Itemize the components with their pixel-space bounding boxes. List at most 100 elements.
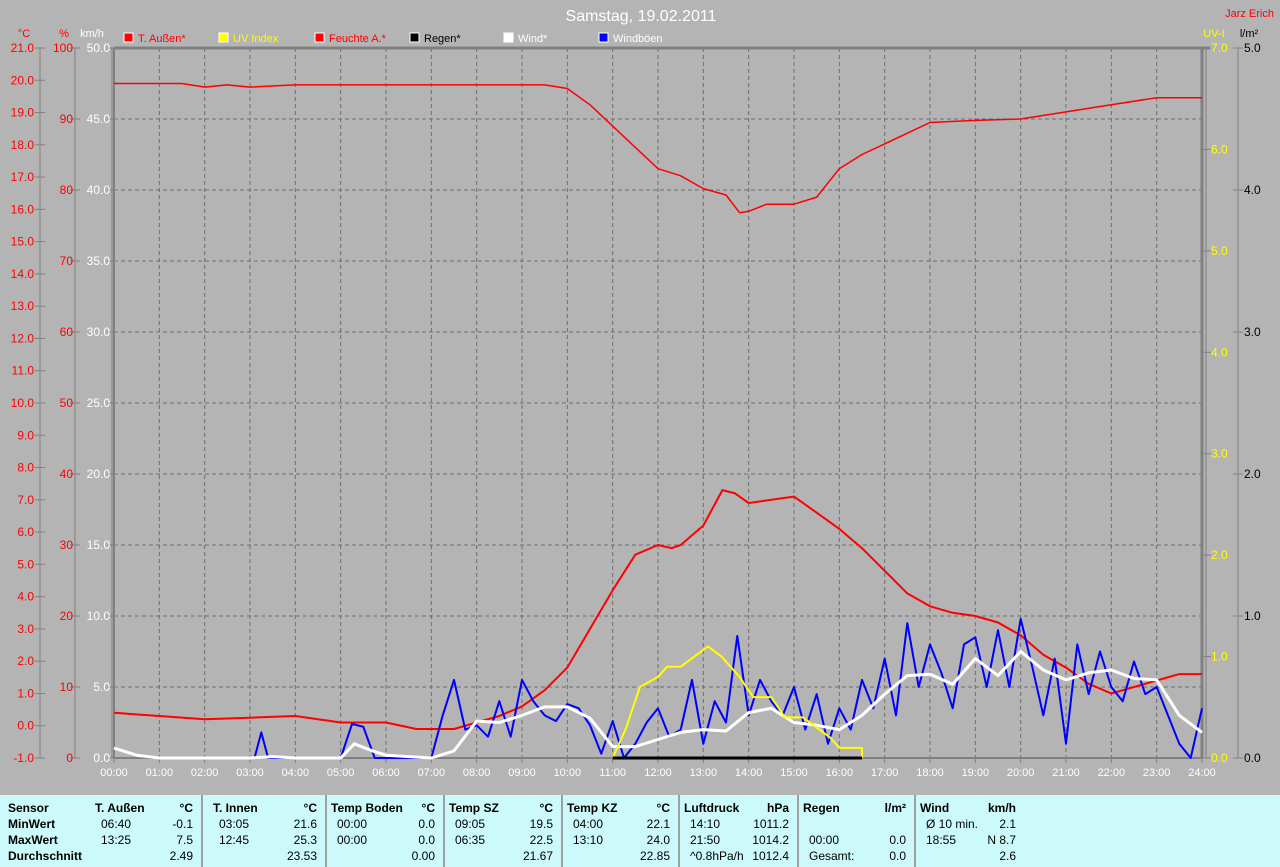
column-unit: l/m² (884, 801, 906, 815)
temp-tick-label: 4.0 (17, 590, 34, 604)
wind-tick-label: 25.0 (87, 396, 111, 410)
cell-value: N 8.7 (987, 833, 1016, 847)
uv-tick-label: 3.0 (1211, 447, 1228, 461)
stats-column: T. Außen °C 06:40 -0.1 13:25 7.5 2.49 (93, 795, 203, 867)
x-tick-label: 19:00 (962, 767, 990, 779)
x-tick-label: 07:00 (418, 767, 446, 779)
legend-swatch (123, 32, 134, 43)
temp-tick-label: 10.0 (11, 396, 35, 410)
column-unit: °C (421, 801, 435, 815)
cell-value: 24.0 (646, 833, 670, 847)
temp-axis-unit: °C (18, 28, 30, 40)
cell-value: 0.0 (418, 817, 435, 831)
temp-tick-label: 9.0 (17, 428, 34, 442)
legend-label: Wind* (518, 33, 548, 45)
x-tick-label: 16:00 (826, 767, 854, 779)
row-label: MaxWert (8, 833, 58, 847)
humidity-tick-label: 20 (60, 609, 74, 623)
x-tick-label: 00:00 (100, 767, 128, 779)
cell-value: 23.53 (286, 849, 317, 863)
cell-value: 22.5 (529, 833, 553, 847)
temp-tick-label: 19.0 (11, 106, 35, 120)
x-tick-label: 09:00 (508, 767, 536, 779)
cell-value: 2.6 (999, 849, 1016, 863)
x-tick-label: 18:00 (916, 767, 944, 779)
stats-column: Luftdruck hPa 14:10 1011.2 21:50 1014.2 ^0.8hP… (682, 795, 799, 867)
temp-tick-label: 15.0 (11, 235, 35, 249)
cell-value: 21.67 (522, 849, 553, 863)
wind-tick-label: 5.0 (93, 680, 110, 694)
rain-tick-label: 2.0 (1244, 467, 1261, 481)
temp-tick-label: 12.0 (11, 331, 35, 345)
uv-tick-label: 2.0 (1211, 548, 1228, 562)
rain-tick-label: 3.0 (1244, 325, 1261, 339)
uv-tick-label: 5.0 (1211, 244, 1228, 258)
x-tick-label: 08:00 (463, 767, 491, 779)
x-tick-label: 22:00 (1098, 767, 1126, 779)
humidity-tick-label: 80 (60, 183, 74, 197)
row-label: Durchschnitt (8, 849, 83, 863)
column-unit: km/h (987, 801, 1016, 815)
humidity-tick-label: 90 (60, 112, 74, 126)
temp-tick-label: 17.0 (11, 170, 35, 184)
cell-value: 0.00 (411, 849, 435, 863)
stats-table: Sensor MinWert MaxWert Durchschnitt T. Außen… (0, 795, 1280, 867)
grid (113, 46, 1210, 759)
cell-value: -0.1 (172, 817, 193, 831)
author-label: Jarz Erich (1225, 8, 1274, 20)
x-tick-label: 01:00 (146, 767, 174, 779)
stats-column: Temp SZ °C 09:05 19.5 06:35 22.5 21.67 (447, 795, 563, 867)
legend: T. Außen* UV Index Feuchte A.* Regen* Wind* W… (123, 32, 663, 45)
cell-value: 21.6 (293, 817, 317, 831)
temp-tick-label: 7.0 (17, 493, 34, 507)
chart-title: Samstag, 19.02.2011 (566, 8, 717, 25)
cell-value: 2.1 (999, 817, 1016, 831)
wind-tick-label: 10.0 (87, 609, 111, 623)
row-label: MinWert (8, 817, 56, 831)
x-tick-label: 13:00 (690, 767, 718, 779)
rain-axis-unit: l/m² (1240, 28, 1259, 40)
legend-swatch (503, 32, 514, 43)
column-unit: °C (179, 801, 193, 815)
column-unit: °C (303, 801, 317, 815)
temp-tick-label: 1.0 (17, 686, 34, 700)
temp-tick-label: -1.0 (13, 751, 34, 765)
wind-tick-label: 15.0 (87, 538, 111, 552)
temp-tick-label: 5.0 (17, 557, 34, 571)
x-tick-label: 02:00 (191, 767, 219, 779)
cell-value: 0.0 (418, 833, 435, 847)
wind-tick-label: 40.0 (87, 183, 111, 197)
temp-tick-label: 13.0 (11, 299, 35, 313)
cell-value: 0.0 (889, 849, 906, 863)
x-tick-label: 12:00 (644, 767, 672, 779)
temp-tick-label: 14.0 (11, 267, 35, 281)
legend-label: Regen* (424, 33, 461, 45)
humidity-axis-unit: % (59, 28, 69, 40)
x-tick-label: 24:00 (1188, 767, 1216, 779)
x-tick-label: 21:00 (1052, 767, 1080, 779)
x-tick-label: 05:00 (327, 767, 355, 779)
humidity-tick-label: 0 (66, 751, 73, 765)
legend-swatch (218, 32, 229, 43)
x-tick-label: 17:00 (871, 767, 899, 779)
x-tick-label: 23:00 (1143, 767, 1171, 779)
cell-value: 25.3 (293, 833, 317, 847)
wind-tick-label: 35.0 (87, 254, 111, 268)
temp-tick-label: 6.0 (17, 525, 34, 539)
uv-tick-label: 7.0 (1211, 41, 1228, 55)
cell-value: 22.1 (646, 817, 670, 831)
temp-tick-label: 8.0 (17, 461, 34, 475)
cell-value: 19.5 (529, 817, 553, 831)
temp-tick-label: 11.0 (12, 364, 35, 378)
stats-column: T. Innen °C 03:05 21.6 12:45 25.3 23.53 (211, 795, 327, 867)
uv-tick-label: 1.0 (1211, 650, 1228, 664)
weather-chart: Samstag, 19.02.2011 Jarz Erich T. Außen*… (11, 8, 1274, 779)
x-tick-label: 04:00 (282, 767, 310, 779)
rain-tick-label: 1.0 (1244, 609, 1261, 623)
column-unit: °C (539, 801, 553, 815)
humidity-tick-label: 10 (60, 680, 74, 694)
x-tick-label: 20:00 (1007, 767, 1035, 779)
legend-label: Feuchte A.* (329, 33, 387, 45)
humidity-tick-label: 70 (60, 254, 74, 268)
x-tick-label: 10:00 (554, 767, 582, 779)
